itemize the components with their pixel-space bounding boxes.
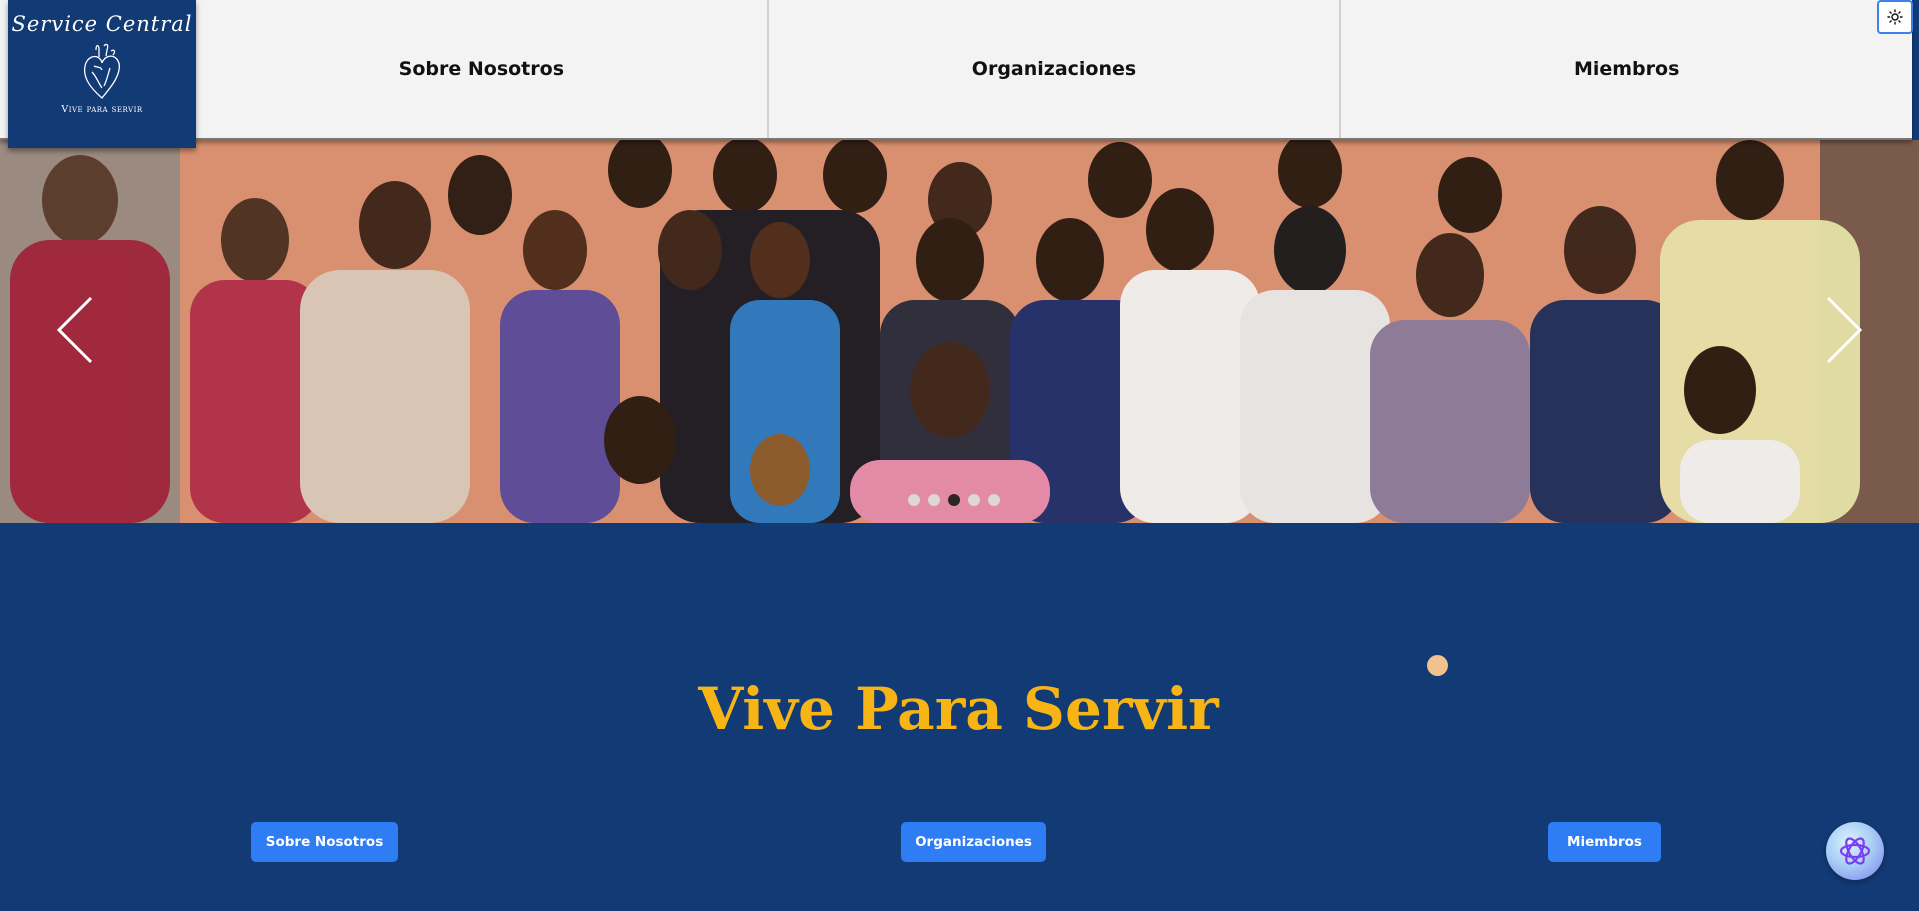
group-photo — [0, 140, 1919, 523]
carousel-indicator[interactable] — [928, 494, 940, 506]
sun-icon — [1887, 9, 1903, 25]
nav-item-miembros[interactable]: Miembros — [1341, 0, 1912, 138]
miembros-button[interactable]: Miembros — [1548, 822, 1661, 862]
chevron-left-icon — [56, 296, 93, 364]
image-carousel — [0, 140, 1919, 523]
top-nav: Sobre Nosotros Organizaciones Miembros — [0, 0, 1912, 140]
decorative-dot — [1427, 655, 1448, 676]
logo-subtitle: Vive para servir — [61, 104, 143, 115]
carousel-indicator[interactable] — [988, 494, 1000, 506]
chevron-right-icon — [1826, 296, 1863, 364]
carousel-indicator[interactable] — [908, 494, 920, 506]
carousel-next-button[interactable] — [1819, 295, 1869, 365]
sobre-nosotros-button[interactable]: Sobre Nosotros — [251, 822, 398, 862]
site-logo[interactable]: Service Central Vive para servir — [8, 0, 196, 148]
logo-title: Service Central — [11, 12, 193, 36]
carousel-indicator[interactable] — [968, 494, 980, 506]
carousel-indicators — [908, 494, 1000, 506]
carousel-indicator-active[interactable] — [948, 494, 960, 506]
nav-item-organizaciones[interactable]: Organizaciones — [769, 0, 1342, 138]
chat-widget-button[interactable] — [1826, 822, 1884, 880]
carousel-prev-button[interactable] — [50, 295, 100, 365]
anatomical-heart-icon — [83, 43, 120, 99]
nav-item-sobre-nosotros[interactable]: Sobre Nosotros — [196, 0, 769, 138]
organizaciones-button[interactable]: Organizaciones — [901, 822, 1046, 862]
theme-toggle-button[interactable] — [1877, 0, 1913, 34]
chatgpt-icon — [1839, 837, 1871, 865]
hero-title: Vive Para Servir — [698, 675, 1219, 743]
